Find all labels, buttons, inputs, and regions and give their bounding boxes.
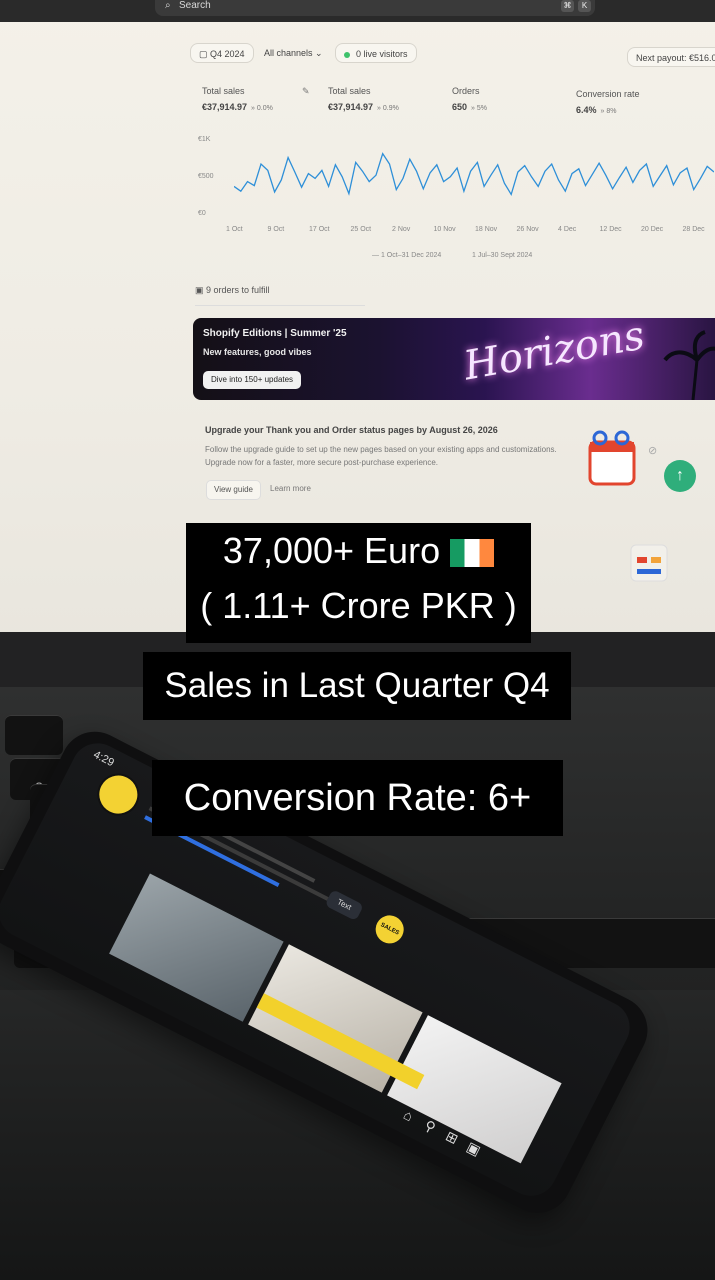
x-tick-label: 2 Nov [392,226,411,233]
upgrade-body: Follow the upgrade guide to set up the n… [205,445,557,467]
y-tick-label: €0 [198,210,206,217]
period-selector[interactable]: ▢ Q4 2024 [190,43,254,63]
scroll-up-button[interactable]: ↑ [664,460,696,492]
search-icon: ⌕ [165,0,171,11]
palm-tree-icon [663,330,715,400]
command-key-icon: ⌘ [561,0,574,12]
x-tick-label: 26 Nov [516,226,539,233]
photo-scene: ⌕ Search ⌘ K ▢ Q4 2024 All channels ⌄ 0 … [0,0,715,1280]
payout-label: Next payout: €516.0 [636,53,715,63]
x-tick-label: 10 Nov [433,226,456,233]
x-tick-label: 25 Oct [350,226,372,233]
caption-line-euro: 37,000+ Euro [222,530,441,571]
live-visitors-label: 0 live visitors [356,49,408,59]
delivery-illustration-icon [630,544,668,582]
y-tick-label: €1K [198,136,211,143]
metric-orders[interactable]: Orders 650» 5% [452,86,487,112]
x-tick-label: 12 Dec [599,226,622,233]
metric-value: €37,914.97 [328,102,374,112]
banner-title: Shopify Editions | Summer '25 [203,328,347,339]
k-key-icon: K [578,0,591,12]
x-tick-label: 20 Dec [641,226,664,233]
sales-highlight[interactable]: SALES [370,910,409,949]
channels-label: All channels [264,48,313,58]
banner-subtitle: New features, good vibes [203,347,312,357]
calendar-icon: ▢ [199,49,211,59]
x-tick-label: 9 Oct [267,226,285,233]
view-guide-button[interactable]: View guide [206,480,261,500]
metric-change: » 8% [600,108,617,115]
upgrade-title: Upgrade your Thank you and Order status … [205,425,498,435]
payout-badge[interactable]: Next payout: €516.0 [627,47,715,67]
post-tile[interactable] [109,873,284,1022]
arrow-up-icon: ↑ [676,467,684,484]
keyboard-key [5,715,63,755]
metric-label: Total sales [202,86,245,96]
x-tick-label: 18 Nov [475,226,498,233]
x-tick-label: 4 Dec [558,226,577,233]
period-label: Q4 2024 [210,49,245,59]
search-input[interactable]: ⌕ Search ⌘ K [155,0,595,16]
sales-line-chart [234,152,714,196]
phone-time: 4:29 [91,748,116,770]
caption-box: 37,000+ Euro ( 1.11+ Crore PKR ) [186,523,531,643]
caption-line-quarter: Sales in Last Quarter Q4 [143,652,571,720]
live-dot-icon [344,51,350,58]
sales-series-line [234,152,714,196]
metric-change: » 0.9% [377,105,399,112]
learn-more-link[interactable]: Learn more [270,484,311,493]
orders-to-fulfill-label: 9 orders to fulfill [206,285,270,295]
legend-previous: 1 Jul–30 Sept 2024 [472,252,532,259]
banner-cta-button[interactable]: Dive into 150+ updates [203,371,302,389]
x-tick-label: 17 Oct [309,226,330,233]
metric-label: Conversion rate [576,89,640,99]
x-tick-label: 1 Oct [226,226,243,233]
orders-to-fulfill[interactable]: ▣ 9 orders to fulfill [195,285,365,306]
metric-value: 650 [452,102,468,112]
live-visitors-badge[interactable]: 0 live visitors [335,43,417,63]
metric-change: » 0.0% [251,105,273,112]
metric-value: 6.4% [576,105,597,115]
profile-avatar[interactable] [90,766,147,823]
inbox-icon: ▣ [195,285,207,295]
metric-total-sales-1[interactable]: Total sales €37,914.97» 0.0% [202,86,273,112]
ireland-flag-icon [450,539,495,568]
legend-current: — 1 Oct–31 Dec 2024 [372,252,442,259]
legend-previous-label: 1 Jul–30 Sept 2024 [472,252,533,259]
caption-line-pkr: ( 1.11+ Crore PKR ) [200,585,517,626]
metric-conversion-rate[interactable]: Conversion rate 6.4%» 8% [576,89,640,115]
caption-conversion-rate: Conversion Rate: 6+ [152,760,563,836]
calendar-illustration-icon [588,430,636,486]
legend-current-label: 1 Oct–31 Dec 2024 [380,252,442,259]
metric-label: Total sales [328,86,371,96]
search-label: Search [179,0,211,11]
chevron-down-icon: ⌄ [315,48,323,58]
metric-total-sales-2[interactable]: Total sales €37,914.97» 0.9% [328,86,399,112]
dismiss-icon[interactable]: ⊘ [648,444,657,457]
metric-change: » 5% [471,105,487,112]
channels-selector[interactable]: All channels ⌄ [256,43,331,63]
y-tick-label: €500 [198,173,214,180]
banner-script-logo: Horizons [460,318,648,390]
metric-value: €37,914.97 [202,102,248,112]
x-tick-label: 28 Dec [682,226,705,233]
edit-icon[interactable]: ✎ [302,86,310,97]
editions-banner[interactable]: Shopify Editions | Summer '25 New featur… [193,318,715,400]
metric-label: Orders [452,86,480,96]
phone-text-button[interactable]: Text [324,889,364,921]
